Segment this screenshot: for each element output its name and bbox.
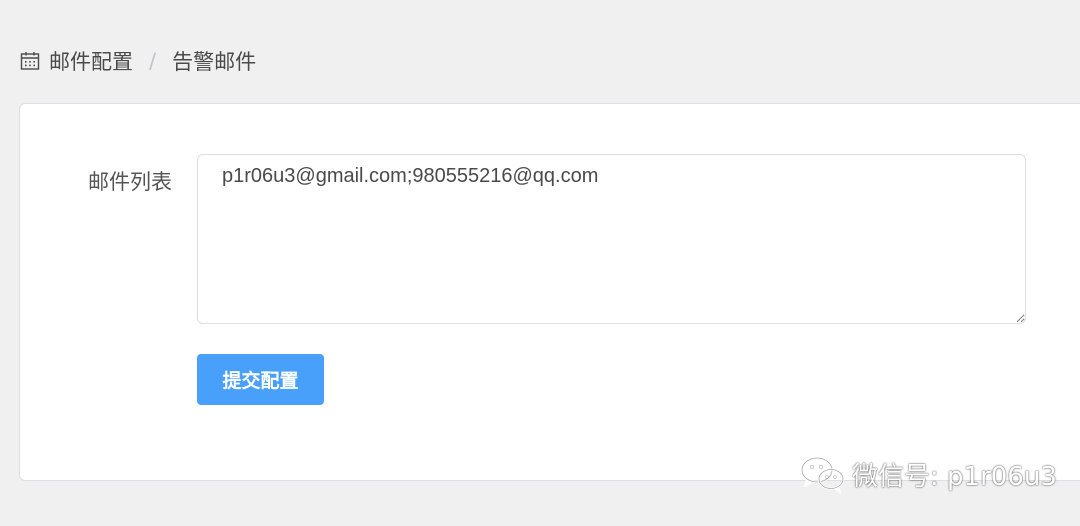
email-list-label: 邮件列表 [88, 170, 172, 194]
email-list-field-wrapper [197, 154, 1026, 324]
watermark-text: 微信号: p1r06u3 [852, 461, 1057, 492]
email-list-textarea[interactable] [197, 154, 1026, 324]
calendar-icon [20, 51, 40, 71]
form-card: 邮件列表 提交配置 [19, 103, 1080, 481]
submit-config-button[interactable]: 提交配置 [197, 354, 324, 405]
breadcrumb-item-mail-config[interactable]: 邮件配置 [49, 46, 133, 76]
breadcrumb: 邮件配置 / 告警邮件 [20, 44, 256, 78]
breadcrumb-item-alert-mail: 告警邮件 [172, 50, 257, 74]
wechat-watermark: 微信号: p1r06u3 [798, 454, 1057, 494]
wechat-icon [800, 456, 845, 494]
breadcrumb-separator: / [149, 49, 157, 73]
